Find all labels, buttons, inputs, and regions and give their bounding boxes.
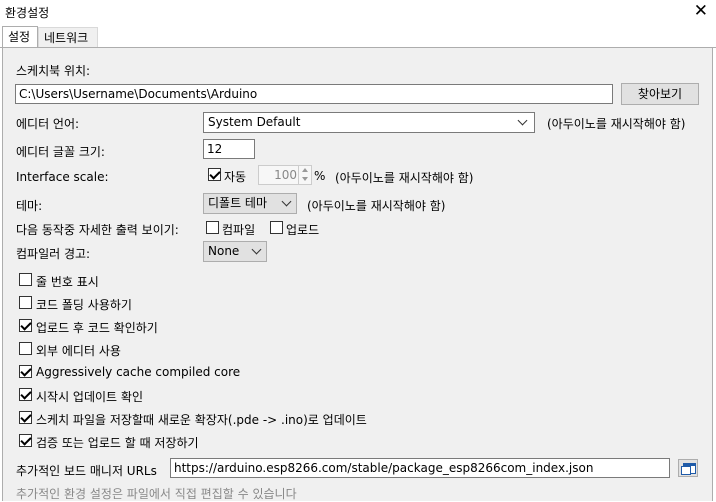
tab-settings[interactable]: 설정 [2,26,38,48]
interface-scale-note: (아두이노를 재시작해야 함) [335,171,474,185]
option-checkbox-cache-core[interactable] [19,365,32,378]
open-url-list-button[interactable] [678,459,698,477]
option-label-save-on-verify: 검증 또는 업로드 할 때 저장하기 [36,436,199,450]
compiler-warnings-value: None [208,244,240,258]
option-label-external-editor: 외부 에디터 사용 [36,344,121,358]
verbose-upload-label: 업로드 [286,223,320,237]
chevron-down-icon [251,244,262,255]
spinner-arrows[interactable] [298,166,311,184]
option-checkbox-line-numbers[interactable] [19,273,32,286]
interface-scale-value: 100 [274,168,297,182]
verbose-compile-checkbox[interactable] [206,221,219,234]
board-manager-urls-input[interactable]: https://arduino.esp8266.com/stable/packa… [170,458,670,478]
window-title: 환경설정 [5,6,50,20]
interface-scale-auto-label: 자동 [224,170,247,184]
settings-panel: 스케치북 위치: C:\Users\Username\Documents\Ard… [2,48,713,501]
chevron-down-icon [281,196,292,207]
editor-font-size-input[interactable]: 12 [203,139,255,159]
interface-scale-spinner[interactable]: 100 [258,165,312,185]
compiler-warnings-select[interactable]: None [203,241,267,262]
option-checkbox-external-editor[interactable] [19,342,32,355]
tab-strip: 네트워크 설정 [0,26,716,48]
chevron-down-icon [517,115,528,126]
option-label-verify-after-upload: 업로드 후 코드 확인하기 [36,321,158,335]
browse-button[interactable]: 찾아보기 [621,83,699,105]
option-checkbox-update-extension[interactable] [19,411,32,424]
option-label-check-updates: 시작시 업데이트 확인 [36,390,143,404]
option-label-cache-core: Aggressively cache compiled core [36,365,241,379]
editor-language-label: 에디터 언어: [16,117,80,131]
editor-font-size-label: 에디터 글꼴 크기: [16,145,105,159]
verbose-upload-checkbox[interactable] [270,221,283,234]
theme-label: 테마: [16,199,43,213]
option-checkbox-save-on-verify[interactable] [19,434,32,447]
theme-select[interactable]: 디폴트 테마 [203,193,297,214]
compiler-warnings-label: 컴파일러 경고: [16,247,91,261]
sketchbook-location-label: 스케치북 위치: [16,64,91,78]
theme-value: 디폴트 테마 [208,196,268,210]
spinner-up-icon[interactable] [302,168,308,172]
option-checkbox-verify-after-upload[interactable] [19,319,32,332]
verbose-output-label: 다음 동작중 자세한 출력 보이기: [16,223,179,237]
close-icon[interactable]: ✕ [694,1,708,21]
verbose-compile-label: 컴파일 [222,223,256,237]
option-label-update-extension: 스케치 파일을 저장할때 새로운 확장자(.pde -> .ino)로 업데이트 [36,413,367,427]
editor-language-value: System Default [208,115,301,129]
footer-note: 추가적인 환경 설정은 파일에서 직접 편집할 수 있습니다 [16,487,297,501]
interface-scale-label: Interface scale: [16,170,109,184]
interface-scale-unit: % [314,169,326,183]
theme-note: (아두이노를 재시작해야 함) [307,199,446,213]
tab-network[interactable]: 네트워크 [38,27,98,47]
interface-scale-auto-checkbox[interactable] [208,168,221,181]
sketchbook-path-input[interactable]: C:\Users\Username\Documents\Arduino [15,84,613,104]
option-label-line-numbers: 줄 번호 표시 [36,275,99,289]
title-bar: 환경설정 ✕ [0,0,716,24]
spinner-down-icon[interactable] [302,177,308,181]
board-manager-urls-label: 추가적인 보드 매니저 URLs [16,464,157,478]
option-label-code-folding: 코드 폴딩 사용하기 [36,298,132,312]
window-icon-back [681,466,691,475]
editor-language-note: (아두이노를 재시작해야 함) [547,117,686,131]
editor-language-select[interactable]: System Default [203,112,535,133]
option-checkbox-code-folding[interactable] [19,296,32,309]
option-checkbox-check-updates[interactable] [19,388,32,401]
